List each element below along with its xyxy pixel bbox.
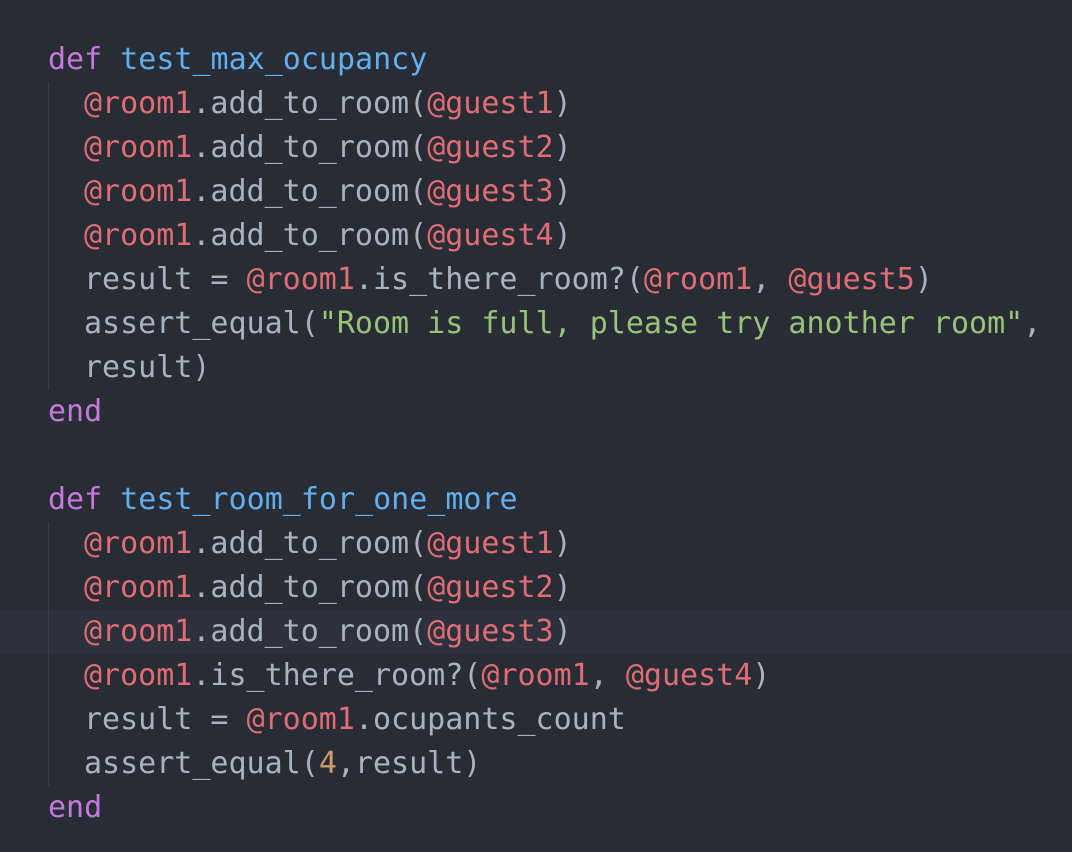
code-token-ivar: @guest5: [788, 262, 915, 297]
code-token-ivar: @guest3: [427, 614, 554, 649]
code-token-ivar: @guest3: [427, 174, 554, 209]
code-token-ivar: @room1: [643, 262, 753, 297]
code-line[interactable]: end: [0, 786, 1072, 830]
code-token-ivar: @room1: [84, 174, 193, 209]
code-line[interactable]: result = @room1.ocupants_count: [0, 698, 1072, 742]
code-line-text: assert_equal(4,result): [84, 742, 481, 786]
code-token-plain: assert_equal(: [84, 306, 319, 341]
code-token-plain: ,: [589, 658, 626, 693]
code-line[interactable]: @room1.add_to_room(@guest1): [0, 82, 1072, 126]
code-line-text: @room1.add_to_room(@guest2): [84, 126, 572, 170]
code-line-text: @room1.add_to_room(@guest3): [84, 610, 572, 654]
code-line[interactable]: assert_equal("Room is full, please try a…: [0, 302, 1072, 346]
code-line-text: result): [84, 346, 210, 390]
code-token-ivar: @room1: [84, 658, 193, 693]
code-token-ivar: @room1: [84, 526, 193, 561]
code-token-ivar: @guest2: [427, 570, 554, 605]
code-token-plain: ): [914, 262, 933, 297]
code-token-ivar: @room1: [84, 218, 193, 253]
code-token-plain: assert_equal(: [84, 746, 319, 781]
code-line[interactable]: @room1.is_there_room?(@room1, @guest4): [0, 654, 1072, 698]
code-token-kw: end: [48, 790, 103, 825]
code-token-ivar: @room1: [246, 702, 355, 737]
code-token-plain: .add_to_room(: [192, 614, 428, 649]
code-line[interactable]: assert_equal(4,result): [0, 742, 1072, 786]
code-line-text: @room1.add_to_room(@guest2): [84, 566, 572, 610]
code-token-plain: .add_to_room(: [192, 526, 428, 561]
code-token-ivar: @room1: [84, 130, 193, 165]
code-token-num: 4: [318, 746, 337, 781]
code-token-plain: ): [553, 570, 572, 605]
code-line[interactable]: [0, 434, 1072, 478]
code-token-plain: ): [553, 526, 572, 561]
code-token-ivar: @guest1: [427, 86, 554, 121]
code-token-ivar: @guest4: [625, 658, 753, 693]
code-token-str: "Room is full, please try another room": [318, 306, 1024, 341]
code-line[interactable]: def test_room_for_one_more: [0, 478, 1072, 522]
code-line[interactable]: result): [0, 346, 1072, 390]
code-editor[interactable]: end assert_equal(4,result) result = @room1…: [0, 0, 1072, 852]
code-token-ivar: @room1: [481, 658, 590, 693]
code-line-text: @room1.add_to_room(@guest4): [84, 214, 572, 258]
code-token-fn: test_max_ocupancy: [120, 42, 428, 77]
code-token-plain: .add_to_room(: [192, 570, 428, 605]
code-line[interactable]: @room1.add_to_room(@guest1): [0, 522, 1072, 566]
code-line[interactable]: result = @room1.is_there_room?(@room1, @…: [0, 258, 1072, 302]
code-line[interactable]: end: [0, 390, 1072, 434]
code-token-plain: ): [553, 218, 572, 253]
indent-guide-method-2: [48, 522, 49, 786]
code-token-plain: .add_to_room(: [192, 130, 428, 165]
code-token-plain: ,: [1023, 306, 1042, 341]
code-line-current[interactable]: @room1.add_to_room(@guest3): [0, 610, 1072, 654]
code-token-plain: .is_there_room?(: [354, 262, 644, 297]
code-token-plain: .add_to_room(: [192, 218, 428, 253]
code-token-plain: .ocupants_count: [354, 702, 626, 737]
code-token-plain: ): [553, 130, 572, 165]
code-line[interactable]: def test_max_ocupancy: [0, 38, 1072, 82]
code-line-text: @room1.is_there_room?(@room1, @guest4): [84, 654, 770, 698]
code-token-plain: .add_to_room(: [192, 174, 428, 209]
code-token-ivar: @guest4: [427, 218, 554, 253]
code-line[interactable]: @room1.add_to_room(@guest2): [0, 566, 1072, 610]
code-line-text: result = @room1.ocupants_count: [84, 698, 626, 742]
code-line-text: @room1.add_to_room(@guest3): [84, 170, 572, 214]
code-token-fn: test_room_for_one_more: [120, 482, 518, 517]
code-line[interactable]: @room1.add_to_room(@guest4): [0, 214, 1072, 258]
code-token-ivar: @guest2: [427, 130, 554, 165]
code-token-plain: .add_to_room(: [192, 86, 428, 121]
code-line[interactable]: @room1.add_to_room(@guest3): [0, 170, 1072, 214]
code-token-plain: result =: [84, 702, 247, 737]
code-token-kw: def: [48, 482, 103, 517]
code-token-plain: result): [84, 350, 211, 385]
code-line-text: @room1.add_to_room(@guest1): [84, 522, 572, 566]
code-token-plain: ): [553, 86, 572, 121]
code-token-kw: end: [48, 394, 103, 429]
code-line[interactable]: @room1.add_to_room(@guest2): [0, 126, 1072, 170]
code-line-text: def test_max_ocupancy: [48, 38, 427, 82]
code-token-plain: ): [553, 174, 572, 209]
code-line-text: end: [48, 786, 102, 830]
code-token-plain: result =: [84, 262, 247, 297]
code-token-plain: .is_there_room?(: [192, 658, 482, 693]
code-token-plain: ): [752, 658, 771, 693]
code-token-ivar: @room1: [84, 614, 193, 649]
code-token-plain: ,result): [336, 746, 482, 781]
indent-guide-method-1: [48, 82, 49, 390]
code-line-text: result = @room1.is_there_room?(@room1, @…: [84, 258, 933, 302]
code-token-kw: def: [48, 42, 103, 77]
code-token-ivar: @guest1: [427, 526, 554, 561]
code-token-ivar: @room1: [84, 86, 193, 121]
code-line-text: def test_room_for_one_more: [48, 478, 518, 522]
code-token-ivar: @room1: [84, 570, 193, 605]
code-line-text: @room1.add_to_room(@guest1): [84, 82, 572, 126]
code-token-plain: ): [553, 614, 572, 649]
code-line-text: end: [48, 390, 102, 434]
code-line-text: assert_equal("Room is full, please try a…: [84, 302, 1041, 346]
code-token-plain: ,: [752, 262, 789, 297]
code-token-ivar: @room1: [246, 262, 355, 297]
